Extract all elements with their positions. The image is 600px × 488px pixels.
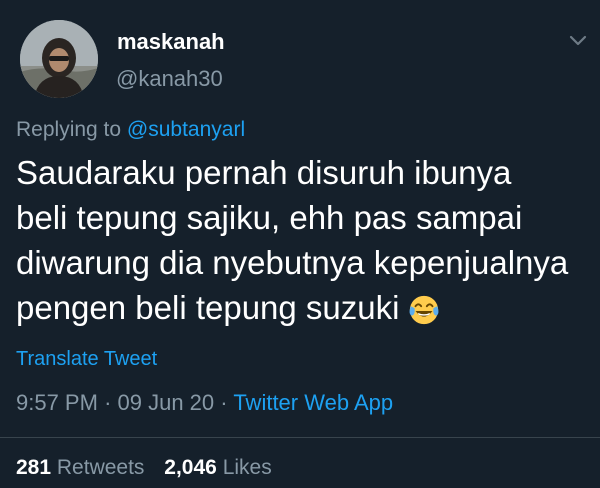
retweets-count: 281 <box>16 456 52 479</box>
retweets-stat[interactable]: 281 Retweets <box>16 456 144 479</box>
tweet-stats: 281 Retweets 2,046 Likes <box>16 456 286 480</box>
chevron-down-icon[interactable] <box>566 30 590 50</box>
avatar[interactable] <box>20 20 98 98</box>
meta-separator: · <box>220 390 228 415</box>
tweet-line: diwarung dia nyebutnya kepenjualnya <box>16 244 569 281</box>
likes-label: Likes <box>222 456 272 479</box>
replying-to-line: Replying to @subtanyarl <box>16 118 245 142</box>
retweets-label: Retweets <box>56 456 145 479</box>
tweet-time[interactable]: 9:57 PM <box>16 390 98 415</box>
face-with-tears-of-joy-icon <box>410 295 439 325</box>
tweet-line: beli tepung sajiku, ehh pas sampai <box>16 199 523 236</box>
tweet-text: Saudaraku pernah disuruh ibunya beli tep… <box>16 150 591 330</box>
likes-stat[interactable]: 2,046 Likes <box>164 456 271 479</box>
tweet-source-link[interactable]: Twitter Web App <box>233 390 393 415</box>
reply-handle-link[interactable]: @subtanyarl <box>127 118 245 141</box>
likes-count: 2,046 <box>164 456 217 479</box>
profile-photo <box>20 20 98 98</box>
meta-separator: · <box>104 390 112 415</box>
tweet-date[interactable]: 09 Jun 20 <box>118 390 215 415</box>
tweet-metadata: 9:57 PM · 09 Jun 20 · Twitter Web App <box>16 390 393 416</box>
user-handle[interactable]: @kanah30 <box>116 66 223 92</box>
display-name[interactable]: maskanah <box>117 29 225 55</box>
tweet-line: Saudaraku pernah disuruh ibunya <box>16 154 512 191</box>
translate-tweet-link[interactable]: Translate Tweet <box>16 348 157 371</box>
replying-to-label: Replying to <box>16 118 122 141</box>
tweet-line-last: pengen beli tepung suzuki <box>16 285 591 330</box>
divider <box>0 437 600 438</box>
tweet-line-text: pengen beli tepung suzuki <box>16 289 400 326</box>
